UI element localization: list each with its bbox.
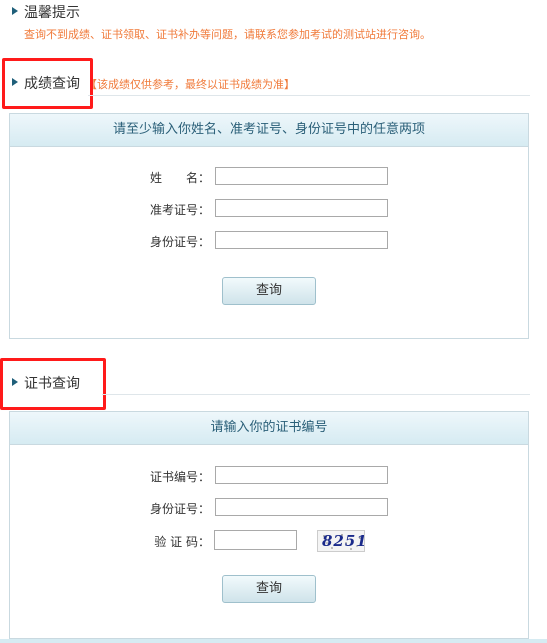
tips-arrow-icon	[12, 7, 18, 15]
bottom-strip	[0, 639, 547, 643]
score-query-title: 成绩查询	[24, 76, 80, 92]
captcha-text: 8251	[322, 532, 365, 550]
score-query-panel: 请至少输入你姓名、准考证号、身份证号中的任意两项 姓 名： 准考证号： 身份证号…	[9, 113, 529, 339]
cert-id-number-input[interactable]	[215, 498, 388, 516]
name-label: 姓 名：	[149, 171, 210, 185]
cert-query-title: 证书查询	[24, 376, 80, 392]
exam-number-input[interactable]	[215, 199, 388, 217]
score-query-note: 【该成绩仅供参考，最终以证书成绩为准】	[86, 78, 295, 91]
exam-number-label: 准考证号：	[149, 203, 210, 217]
cert-query-button[interactable]: 查询	[222, 575, 316, 603]
tips-text: 查询不到成绩、证书领取、证书补办等问题，请联系您参加考试的测试站进行咨询。	[24, 28, 431, 41]
cert-query-divider	[102, 394, 530, 395]
captcha-input[interactable]	[214, 530, 297, 550]
cert-id-number-label: 身份证号：	[149, 502, 210, 516]
score-query-arrow-icon	[12, 78, 18, 86]
id-number-input[interactable]	[215, 231, 388, 249]
cert-query-panel: 请输入你的证书编号 证书编号： 身份证号： 验 证 码： 8251 查询	[9, 411, 529, 639]
cert-number-input[interactable]	[215, 466, 388, 484]
name-input[interactable]	[215, 167, 388, 185]
cert-number-label: 证书编号：	[149, 470, 210, 484]
captcha-label: 验 证 码：	[154, 535, 210, 549]
cert-query-panel-header: 请输入你的证书编号	[10, 412, 528, 445]
tips-title: 温馨提示	[24, 5, 80, 21]
captcha-image[interactable]: 8251	[317, 530, 365, 552]
cert-query-arrow-icon	[12, 378, 18, 386]
score-query-button[interactable]: 查询	[222, 277, 316, 305]
score-query-divider	[88, 95, 530, 96]
score-query-panel-header: 请至少输入你姓名、准考证号、身份证号中的任意两项	[10, 114, 528, 147]
id-number-label: 身份证号：	[149, 235, 210, 249]
